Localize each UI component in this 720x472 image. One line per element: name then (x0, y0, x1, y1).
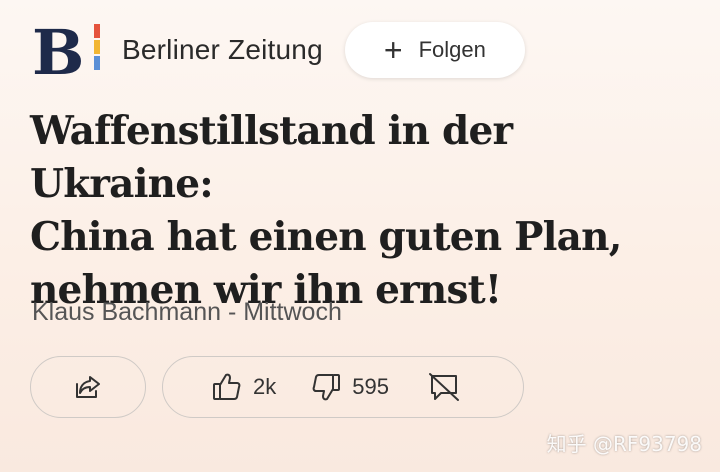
share-button[interactable] (30, 356, 146, 418)
comment-off-icon (427, 371, 461, 403)
comments-button[interactable] (427, 371, 461, 403)
thumbs-up-icon (211, 371, 243, 403)
logo-letter: B (32, 16, 84, 84)
article-byline: Klaus Bachmann - Mittwoch (32, 298, 342, 326)
article-headline[interactable]: Waffenstillstand in der Ukraine: China h… (30, 105, 690, 317)
follow-label: Folgen (418, 37, 486, 62)
share-icon (73, 372, 103, 402)
publisher-row: B Berliner Zeitung + Folgen (30, 16, 525, 89)
watermark: 知乎 @RF93798 (546, 432, 702, 456)
logo-icon: B (32, 16, 100, 89)
dislike-button[interactable]: 595 (310, 371, 389, 403)
headline-line: Waffenstillstand in der Ukraine: (30, 108, 513, 207)
headline-line: China hat einen guten Plan, (30, 214, 622, 260)
dislike-count: 595 (352, 374, 389, 399)
plus-icon: + (383, 32, 403, 68)
thumbs-down-icon (310, 371, 342, 403)
berliner-zeitung-logo[interactable]: B (30, 16, 110, 89)
publisher-name[interactable]: Berliner Zeitung (122, 34, 323, 66)
follow-button[interactable]: + Folgen (344, 22, 525, 78)
reactions-bar: 2k 595 (162, 356, 524, 418)
like-button[interactable]: 2k (211, 371, 276, 403)
like-count: 2k (253, 374, 277, 399)
